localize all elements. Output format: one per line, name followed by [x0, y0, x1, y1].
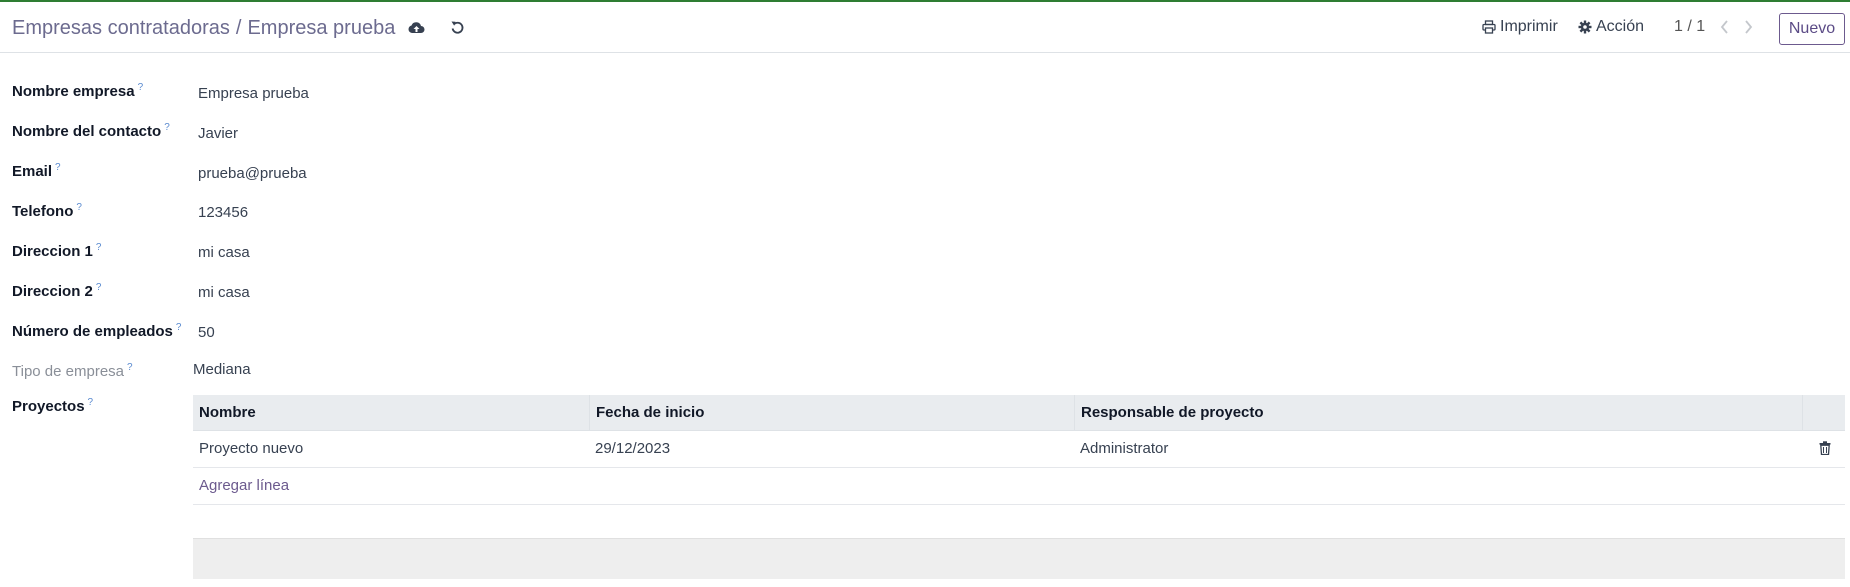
field-label-direccion-2: Direccion 2? [12, 282, 101, 300]
label-text: Direccion 1 [12, 243, 93, 260]
help-tooltip[interactable]: ? [88, 397, 94, 408]
label-text: Proyectos [12, 398, 85, 415]
cell-fecha-inicio[interactable]: 29/12/2023 [589, 431, 670, 467]
field-value-direccion-2[interactable]: mi casa [198, 284, 250, 301]
save-button[interactable] [405, 16, 427, 38]
control-panel: Empresas contratadoras / Empresa prueba Im… [0, 2, 1850, 53]
field-label-proyectos: Proyectos? [12, 397, 93, 415]
field-label-nombre-contacto: Nombre del contacto? [12, 122, 170, 140]
help-tooltip[interactable]: ? [96, 242, 102, 253]
add-line-link[interactable]: Agregar línea [199, 468, 289, 504]
cell-nombre[interactable]: Proyecto nuevo [193, 431, 303, 467]
table-footer [193, 538, 1845, 579]
breadcrumb-parent-link[interactable]: Empresas contratadoras [12, 17, 230, 39]
help-tooltip[interactable]: ? [76, 202, 82, 213]
printer-icon [1482, 20, 1496, 34]
label-text: Número de empleados [12, 323, 173, 340]
undo-icon [451, 21, 463, 34]
field-label-nombre-empresa: Nombre empresa? [12, 82, 143, 100]
help-tooltip[interactable]: ? [138, 82, 144, 93]
print-menu-button[interactable]: Imprimir [1482, 18, 1558, 36]
field-value-nombre-contacto[interactable]: Javier [198, 125, 238, 142]
breadcrumb-separator: / [235, 17, 242, 39]
field-value-telefono[interactable]: 123456 [198, 204, 248, 221]
chevron-right-icon [1744, 20, 1752, 34]
column-header-actions [1802, 395, 1845, 430]
discard-button[interactable] [446, 16, 468, 38]
new-record-button[interactable]: Nuevo [1779, 13, 1845, 45]
pager-next-button[interactable] [1741, 18, 1755, 36]
table-row[interactable]: Proyecto nuevo 29/12/2023 Administrator [193, 431, 1845, 468]
add-line-row: Agregar línea [193, 468, 1845, 505]
breadcrumb: Empresas contratadoras / Empresa prueba [12, 17, 395, 40]
cloud-upload-icon [408, 22, 424, 33]
label-text: Nombre empresa [12, 83, 135, 100]
column-header-responsable[interactable]: Responsable de proyecto [1074, 395, 1802, 430]
table-header: Nombre Fecha de inicio Responsable de pr… [193, 395, 1845, 431]
field-value-email[interactable]: prueba@prueba [198, 165, 307, 182]
trash-icon [1819, 441, 1831, 456]
label-text: Nombre del contacto [12, 123, 162, 140]
delete-row-button[interactable] [1819, 441, 1833, 457]
field-label-email: Email? [12, 162, 61, 180]
field-label-direccion-1: Direccion 1? [12, 242, 101, 260]
action-label: Acción [1596, 18, 1645, 35]
label-text: Email [12, 163, 53, 180]
action-menu-button[interactable]: Acción [1578, 18, 1644, 36]
print-label: Imprimir [1500, 18, 1558, 35]
column-header-fecha-inicio[interactable]: Fecha de inicio [589, 395, 1074, 430]
chevron-left-icon [1720, 20, 1728, 34]
projects-table: Nombre Fecha de inicio Responsable de pr… [193, 395, 1845, 505]
help-tooltip[interactable]: ? [55, 162, 61, 173]
help-tooltip[interactable]: ? [96, 282, 102, 293]
pager-value[interactable]: 1 / 1 [1674, 18, 1705, 36]
help-tooltip[interactable]: ? [176, 322, 182, 333]
cell-responsable[interactable]: Administrator [1074, 431, 1168, 467]
field-value-tipo-empresa[interactable]: Mediana [193, 361, 251, 378]
help-tooltip[interactable]: ? [164, 122, 170, 133]
field-value-direccion-1[interactable]: mi casa [198, 244, 250, 261]
field-label-numero-empleados: Número de empleados? [12, 322, 181, 340]
field-value-numero-empleados[interactable]: 50 [198, 324, 215, 341]
field-value-nombre-empresa[interactable]: Empresa prueba [198, 85, 309, 102]
label-text: Telefono [12, 203, 74, 220]
column-header-nombre[interactable]: Nombre [193, 395, 589, 430]
label-text: Direccion 2 [12, 283, 93, 300]
field-label-telefono: Telefono? [12, 202, 82, 220]
label-text: Tipo de empresa [12, 363, 125, 380]
gear-icon [1578, 20, 1592, 34]
help-tooltip[interactable]: ? [127, 362, 133, 373]
breadcrumb-current: Empresa prueba [247, 17, 396, 39]
pager-previous-button[interactable] [1717, 18, 1731, 36]
field-label-tipo-empresa: Tipo de empresa? [12, 362, 133, 380]
